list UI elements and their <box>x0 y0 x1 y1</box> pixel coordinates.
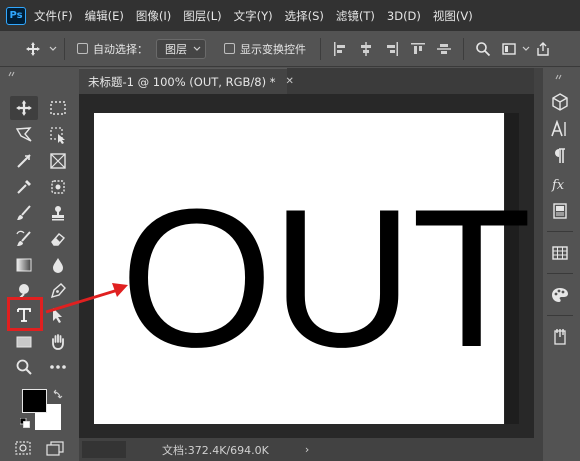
paragraph-panel-icon[interactable] <box>547 144 573 168</box>
chevron-down-icon[interactable] <box>522 46 530 52</box>
default-colors-icon[interactable] <box>19 417 30 428</box>
divider <box>547 231 573 232</box>
foreground-color-swatch[interactable] <box>22 389 47 413</box>
screen-mode-icon[interactable] <box>46 440 64 456</box>
align-top-icon[interactable] <box>410 41 426 57</box>
close-icon[interactable]: ✕ <box>285 76 293 87</box>
fx-styles-icon[interactable]: fx <box>547 172 573 196</box>
right-panel-gutter <box>534 68 543 461</box>
rectangle-tool-icon[interactable] <box>10 330 38 354</box>
blur-tool-icon[interactable] <box>44 253 72 277</box>
auto-select-checkbox[interactable] <box>77 43 88 54</box>
menu-3d[interactable]: 3D(D) <box>387 9 421 23</box>
eraser-tool-icon[interactable] <box>44 227 72 251</box>
photoshop-logo: Ps <box>6 6 26 25</box>
divider <box>320 37 321 60</box>
transform-controls-checkbox[interactable] <box>224 43 235 54</box>
stamp-tool-icon[interactable] <box>44 201 72 225</box>
document-size-status: 文档:372.4K/694.0K <box>162 443 269 457</box>
divider <box>547 273 573 274</box>
workspace-icon[interactable] <box>501 41 517 57</box>
menu-select[interactable]: 选择(S) <box>285 8 324 24</box>
3d-cube-icon[interactable] <box>547 90 573 114</box>
auto-select-value: 图层 <box>165 42 187 56</box>
align-right-icon[interactable] <box>384 41 400 57</box>
svg-text:fx: fx <box>551 178 565 193</box>
swatches-grid-icon[interactable] <box>547 241 573 265</box>
move-icon[interactable] <box>22 38 44 60</box>
share-icon[interactable] <box>535 41 551 57</box>
menu-bar: Ps 文件(F) 编辑(E) 图像(I) 图层(L) 文字(Y) 选择(S) 滤… <box>0 0 580 31</box>
auto-select-dropdown[interactable]: 图层 <box>156 38 206 59</box>
align-left-icon[interactable] <box>332 41 348 57</box>
more-tools-icon[interactable] <box>44 355 72 379</box>
divider <box>547 315 573 316</box>
object-select-tool-icon[interactable] <box>44 123 72 147</box>
divider <box>463 37 464 60</box>
swap-colors-icon[interactable] <box>52 388 64 400</box>
gradient-tool-icon[interactable] <box>10 253 38 277</box>
move-tool-icon[interactable] <box>10 96 38 120</box>
zoom-tool-icon[interactable] <box>10 355 38 379</box>
zoom-field[interactable] <box>82 441 126 458</box>
menu-view[interactable]: 视图(V) <box>433 8 473 24</box>
brush-tool-icon[interactable] <box>10 201 38 225</box>
auto-select-label: 自动选择： <box>93 42 148 56</box>
pen-tool-icon[interactable] <box>44 279 72 303</box>
eyedropper-tool-icon[interactable] <box>10 175 38 199</box>
align-middle-icon[interactable] <box>436 41 452 57</box>
menu-edit[interactable]: 编辑(E) <box>85 8 124 24</box>
document-tab[interactable]: 未标题-1 @ 100% (OUT, RGB/8) * ✕ <box>79 68 294 94</box>
adjustments-icon[interactable] <box>547 325 573 349</box>
align-center-icon[interactable] <box>358 41 374 57</box>
menu-layer[interactable]: 图层(L) <box>183 8 221 24</box>
menu-filter[interactable]: 滤镜(T) <box>336 8 375 24</box>
panel-collapse-icon[interactable] <box>555 70 565 83</box>
transform-controls-label: 显示变换控件 <box>240 42 306 56</box>
divider <box>64 37 65 60</box>
lasso-tool-icon[interactable] <box>10 123 38 147</box>
chevron-right-icon[interactable]: › <box>305 443 309 456</box>
quick-mask-icon[interactable] <box>14 440 32 456</box>
character-panel-icon[interactable] <box>547 117 573 141</box>
crop-tool-icon[interactable] <box>10 149 38 173</box>
color-palette-icon[interactable] <box>547 283 573 307</box>
info-panel-icon[interactable] <box>547 199 573 223</box>
hand-tool-icon[interactable] <box>44 330 72 354</box>
right-panel-dock: fx <box>543 68 580 461</box>
menu-file[interactable]: 文件(F) <box>34 8 73 24</box>
frame-tool-icon[interactable] <box>44 149 72 173</box>
menu-type[interactable]: 文字(Y) <box>234 8 273 24</box>
panel-collapse-icon[interactable] <box>0 68 76 80</box>
chevron-down-icon[interactable] <box>48 44 58 54</box>
path-selection-tool-icon[interactable] <box>44 303 72 327</box>
document-tab-title: 未标题-1 @ 100% (OUT, RGB/8) * <box>88 74 276 89</box>
canvas-text-layer[interactable]: OUT <box>120 180 532 377</box>
options-bar: 自动选择： 图层 显示变换控件 <box>0 31 580 67</box>
document-tab-bar: 未标题-1 @ 100% (OUT, RGB/8) * ✕ <box>79 68 534 94</box>
status-bar: 文档:372.4K/694.0K › <box>79 438 534 461</box>
search-icon[interactable] <box>475 41 491 57</box>
type-tool-highlight <box>7 297 43 331</box>
marquee-tool-icon[interactable] <box>44 96 72 120</box>
chevron-down-icon <box>193 46 201 51</box>
menu-image[interactable]: 图像(I) <box>136 8 171 24</box>
spot-healing-tool-icon[interactable] <box>44 175 72 199</box>
history-brush-tool-icon[interactable] <box>10 227 38 251</box>
